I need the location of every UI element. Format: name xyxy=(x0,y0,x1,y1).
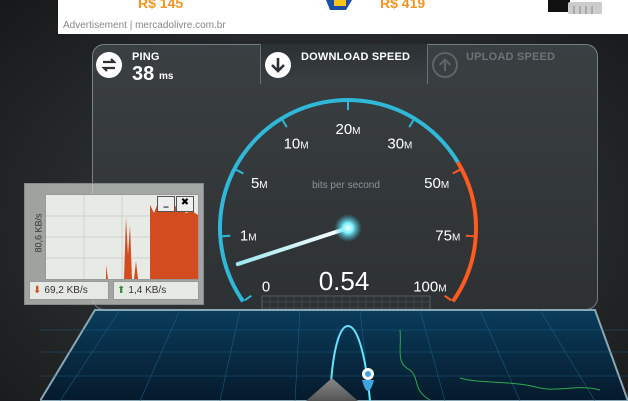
download-rate: ⬇ 69,2 KB/s xyxy=(29,281,109,300)
upload-arrow-icon: ⬆ xyxy=(117,285,126,296)
ad-label: Advertisement xyxy=(63,20,127,31)
ping-arrows-icon xyxy=(96,52,122,78)
download-arrow-icon xyxy=(265,52,291,78)
product-thumbnail[interactable] xyxy=(548,0,608,16)
ping-label: PING xyxy=(132,51,160,63)
tab-upload[interactable]: UPLOAD SPEED xyxy=(428,44,596,86)
download-label: DOWNLOAD SPEED xyxy=(301,51,411,63)
upload-label: UPLOAD SPEED xyxy=(466,51,556,63)
upload-rate-value: 1,4 KB/s xyxy=(128,285,167,296)
ad-separator: | xyxy=(126,20,136,31)
advertisement-banner[interactable]: R$ 145 R$ 419 Advertisement | mercadoliv… xyxy=(58,0,628,34)
tab-ping[interactable]: PING 38 ms xyxy=(92,44,260,86)
product-thumbnail[interactable] xyxy=(324,0,354,12)
result-tabs: PING 38 ms DOWNLOAD SPEED UPLOAD SPEED xyxy=(92,44,596,86)
ad-caption: Advertisement | mercadolivre.com.br xyxy=(63,20,226,31)
bandwidth-monitor-widget[interactable]: 80,6 KB/s _ ✖ ⬇ 69,2 KB/s ⬆ 1,4 KB/s xyxy=(24,183,204,305)
upload-arrow-icon xyxy=(432,52,458,78)
download-rate-value: 69,2 KB/s xyxy=(44,285,88,296)
download-arrow-icon: ⬇ xyxy=(33,285,42,296)
ping-value: 38 xyxy=(132,63,155,85)
tab-download[interactable]: DOWNLOAD SPEED xyxy=(261,44,427,86)
upload-rate: ⬆ 1,4 KB/s xyxy=(113,281,199,300)
close-button[interactable]: ✖ xyxy=(176,196,194,212)
ad-price-1[interactable]: R$ 145 xyxy=(138,0,183,11)
monitor-y-label: 80,6 KB/s xyxy=(33,213,44,253)
ad-source: mercadolivre.com.br xyxy=(135,20,226,31)
minimize-button[interactable]: _ xyxy=(157,196,175,212)
ad-price-2[interactable]: R$ 419 xyxy=(380,0,425,11)
ping-unit: ms xyxy=(159,71,174,82)
